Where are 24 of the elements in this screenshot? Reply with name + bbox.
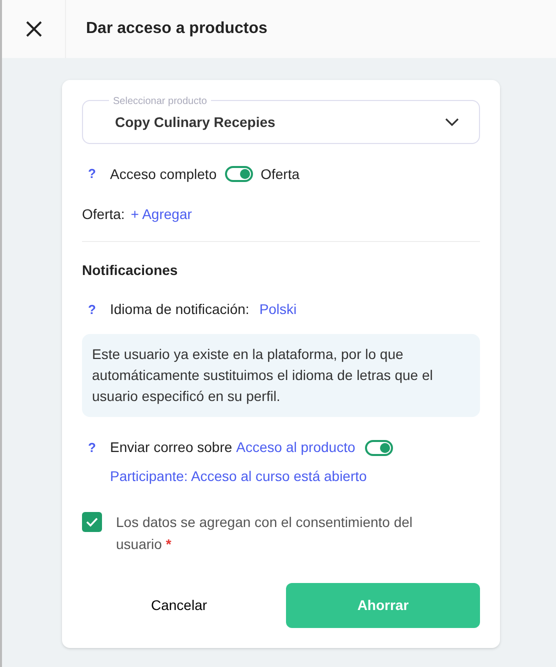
field-label: Seleccionar producto	[109, 94, 211, 109]
help-icon[interactable]: ?	[82, 438, 110, 458]
consent-checkbox[interactable]	[82, 512, 102, 532]
chevron-down-icon	[445, 118, 459, 126]
section-heading: Notificaciones	[82, 261, 179, 280]
product-access-link[interactable]: Acceso al producto	[236, 437, 356, 458]
toggle-switch[interactable]	[224, 166, 253, 182]
check-icon	[86, 517, 98, 527]
consent-label: Los datos se agregan con el consentimiento del usuario *	[116, 513, 414, 554]
email-label: Enviar correo sobre	[110, 438, 232, 457]
add-link[interactable]: + Agregar	[130, 204, 192, 225]
email-template-link[interactable]: Participante: Acceso al curso está abierto	[110, 466, 480, 487]
close-icon[interactable]	[24, 20, 42, 38]
help-icon[interactable]: ?	[82, 300, 110, 320]
language-label: Idioma de notificación:	[110, 300, 250, 319]
selected-value: Copy Culinary Recepies	[115, 112, 276, 132]
window-title: Dar acceso a productos	[85, 19, 268, 39]
toggle-switch[interactable]	[365, 440, 394, 456]
toggle-option: Oferta	[260, 164, 300, 184]
offer-label: Oferta:	[82, 205, 125, 224]
help-icon[interactable]: ?	[82, 164, 110, 184]
info-message: Este usuario ya existe en la plataforma, por lo que automáticamente sustituimos el idioma de letras que el usuario especificó en su perfil.	[82, 334, 480, 417]
language-link[interactable]: Polski	[259, 299, 297, 320]
toggle-label: Acceso completo	[110, 164, 217, 184]
